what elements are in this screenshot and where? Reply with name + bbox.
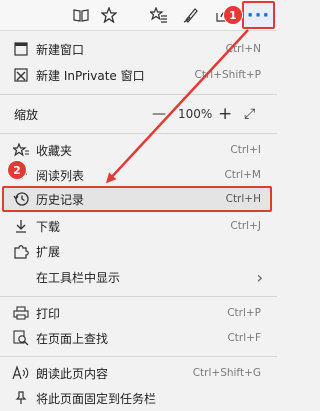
menu-item-read-aloud[interactable]: 朗读此页内容 Ctrl+Shift+G [0, 360, 277, 386]
divider [0, 94, 277, 95]
read-aloud-shortcut: Ctrl+Shift+G [192, 367, 261, 379]
downloads-label: 下载 [36, 219, 61, 234]
book-icon[interactable] [70, 4, 92, 26]
menu-item-find-on-page[interactable]: 在页面上查找 Ctrl+F [0, 325, 277, 351]
divider [0, 133, 277, 134]
star-icon[interactable] [98, 4, 120, 26]
menu-item-zoom: 缩放 — 100% + ⤢ [0, 101, 277, 127]
read-aloud-icon [12, 364, 30, 382]
history-shortcut: Ctrl+H [225, 193, 261, 205]
extensions-puzzle-icon [12, 242, 30, 260]
menu-item-pin-to-taskbar[interactable]: 将此页面固定到任务栏 [0, 385, 277, 411]
step-2-badge: 2 [8, 161, 26, 179]
show-in-toolbar-label: 在工具栏中显示 [36, 270, 121, 285]
new-inprivate-shortcut: Ctrl+Shift+P [194, 69, 261, 81]
history-clock-icon [12, 190, 30, 208]
new-inprivate-label: 新建 InPrivate 窗口 [36, 68, 145, 83]
menu-item-extensions[interactable]: 扩展 [0, 238, 277, 264]
zoom-value: 100% [178, 107, 213, 121]
favorites-label: 收藏夹 [36, 143, 73, 158]
divider [0, 356, 277, 357]
menu-item-downloads[interactable]: 下载 Ctrl+J [0, 213, 277, 239]
print-shortcut: Ctrl+P [227, 307, 261, 319]
browser-toolbar: ··· 1 [0, 0, 277, 31]
menu-item-new-window[interactable]: 新建窗口 Ctrl+N [0, 36, 277, 62]
reading-list-label: 阅读列表 [36, 168, 85, 183]
download-icon [12, 217, 30, 235]
zoom-out-button[interactable]: — [152, 106, 166, 122]
divider [0, 296, 277, 297]
favorites-icon[interactable] [148, 4, 170, 26]
find-label: 在页面上查找 [36, 331, 109, 346]
pin-label: 将此页面固定到任务栏 [36, 391, 157, 406]
pin-icon [12, 389, 30, 407]
menu-item-reading-list[interactable]: 阅读列表 Ctrl+M [0, 162, 277, 188]
find-shortcut: Ctrl+F [227, 332, 261, 344]
read-aloud-label: 朗读此页内容 [36, 366, 109, 381]
downloads-shortcut: Ctrl+J [230, 220, 261, 232]
printer-icon [12, 304, 30, 322]
inprivate-icon [12, 66, 30, 84]
new-window-label: 新建窗口 [36, 42, 85, 57]
reading-list-shortcut: Ctrl+M [224, 169, 261, 181]
zoom-label: 缩放 [14, 107, 39, 122]
chevron-right-icon: › [256, 267, 263, 287]
menu-item-favorites[interactable]: 收藏夹 Ctrl+I [0, 137, 277, 163]
print-label: 打印 [36, 306, 61, 321]
menu-item-new-inprivate[interactable]: 新建 InPrivate 窗口 Ctrl+Shift+P [0, 62, 277, 88]
menu-item-print[interactable]: 打印 Ctrl+P [0, 300, 277, 326]
favorites-shortcut: Ctrl+I [230, 144, 261, 156]
pen-icon[interactable] [180, 4, 202, 26]
menu-item-show-in-toolbar[interactable]: 在工具栏中显示 › [0, 264, 277, 290]
history-label: 历史记录 [36, 192, 85, 207]
more-button[interactable]: ··· [242, 1, 275, 29]
menu-item-history[interactable]: 历史记录 Ctrl+H [0, 186, 277, 212]
new-window-icon [12, 40, 30, 58]
more-dots-icon: ··· [246, 4, 271, 26]
favorites-star-icon [12, 141, 30, 159]
settings-menu: 新建窗口 Ctrl+N 新建 InPrivate 窗口 Ctrl+Shift+P… [0, 31, 277, 406]
new-window-shortcut: Ctrl+N [225, 43, 261, 55]
find-icon [12, 329, 30, 347]
zoom-in-button[interactable]: + [218, 104, 232, 124]
extensions-label: 扩展 [36, 244, 61, 259]
fullscreen-icon[interactable]: ⤢ [244, 106, 255, 122]
step-1-badge: 1 [224, 6, 242, 24]
